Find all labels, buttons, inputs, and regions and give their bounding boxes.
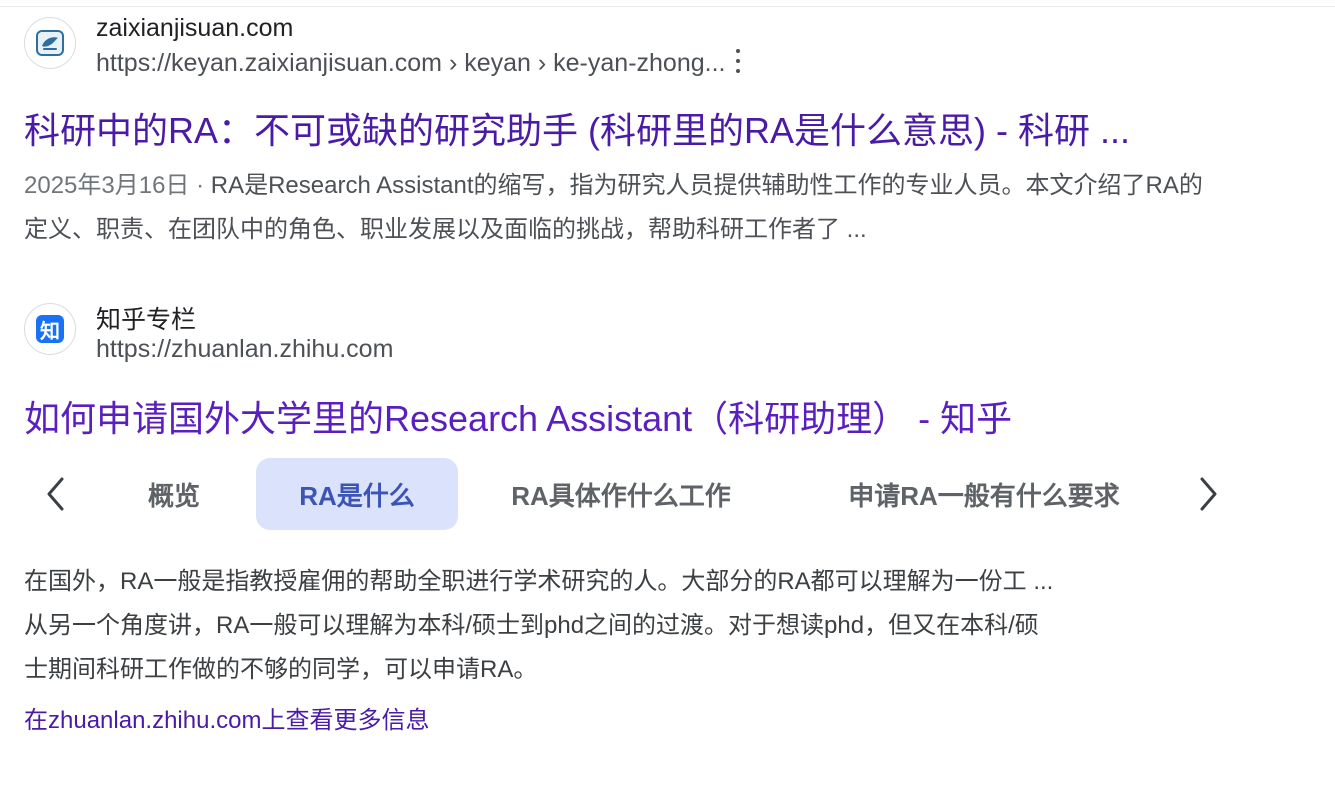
content-line: 在国外，RA一般是指教授雇佣的帮助全职进行学术研究的人。大部分的RA都可以理解为… [24, 568, 1054, 595]
site-header[interactable]: 知 知乎专栏 https://zhuanlan.zhihu.com [24, 298, 1264, 368]
zhihu-logo-icon: 知 [36, 315, 64, 343]
chip-what-is-ra[interactable]: RA是什么 [256, 458, 458, 530]
content-line: 从另一个角度讲，RA一般可以理解为本科/硕士到phd之间的过渡。对于想读phd，… [24, 612, 1039, 639]
chevron-right-icon[interactable] [1180, 466, 1236, 522]
result-snippet: 2025年3月16日 · RA是Research Assistant的缩写，指为… [24, 164, 1224, 252]
site-favicon: 知 [24, 303, 76, 355]
more-options-icon[interactable] [733, 47, 743, 75]
view-more-link[interactable]: 在zhuanlan.zhihu.com上查看更多信息 [24, 700, 429, 735]
zhihu-logo-text: 知 [40, 318, 60, 343]
result-title-link[interactable]: 科研中的RA：不可或缺的研究助手 (科研里的RA是什么意思) - 科研 ... [24, 102, 1234, 154]
url-text: https://keyan.zaixianjisuan.com › keyan … [96, 49, 726, 77]
site-name: zaixianjisuan.com [96, 14, 294, 42]
chip-ra-duties[interactable]: RA具体作什么工作 [486, 458, 756, 530]
chevron-left-icon[interactable] [28, 466, 84, 522]
site-url: https://zhuanlan.zhihu.com [96, 335, 394, 363]
bird-logo-icon [36, 30, 64, 56]
search-result-zaixianjisuan: zaixianjisuan.com https://keyan.zaixianj… [24, 12, 1264, 252]
search-result-zhihu: 知 知乎专栏 https://zhuanlan.zhihu.com 如何申请国外… [24, 298, 1264, 442]
top-divider [0, 6, 1335, 7]
result-date: 2025年3月16日 · [24, 172, 211, 199]
topic-chips-carousel: 概览 RA是什么 RA具体作什么工作 申请RA一般有什么要求 [24, 458, 1254, 530]
site-favicon [24, 17, 76, 69]
chip-ra-requirements[interactable]: 申请RA一般有什么要求 [814, 458, 1154, 530]
site-name: 知乎专栏 [96, 306, 197, 334]
content-line: 士期间科研工作做的不够的同学，可以申请RA。 [24, 656, 538, 683]
site-header[interactable]: zaixianjisuan.com https://keyan.zaixianj… [24, 12, 1264, 82]
chip-overview[interactable]: 概览 [116, 458, 232, 530]
result-title-link[interactable]: 如何申请国外大学里的Research Assistant（科研助理） - 知乎 [24, 390, 1234, 442]
site-url: https://keyan.zaixianjisuan.com › keyan … [96, 49, 743, 78]
chip-content-text: 在国外，RA一般是指教授雇佣的帮助全职进行学术研究的人。大部分的RA都可以理解为… [24, 560, 1224, 692]
